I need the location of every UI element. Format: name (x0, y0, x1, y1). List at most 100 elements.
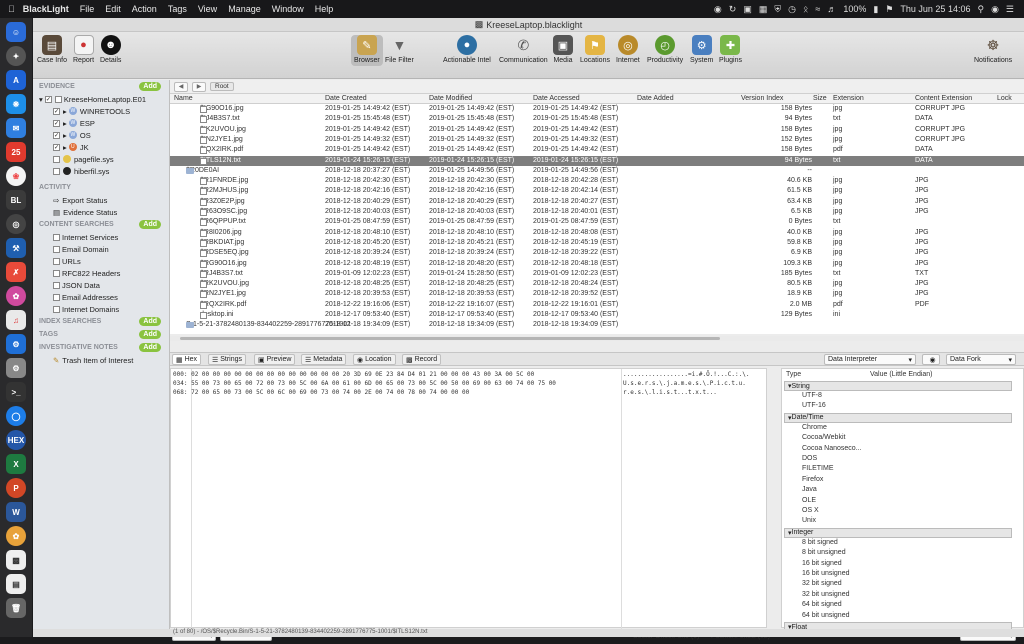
sync-icon[interactable]: ↻ (729, 4, 737, 15)
table-row[interactable]: $RDSE5EQ.jpg 2018-12-18 20:39:24 (EST) 201… (170, 248, 1024, 258)
checkbox[interactable] (53, 155, 60, 163)
bluetooth-icon[interactable]: ᛟ (803, 4, 808, 14)
interp-item[interactable]: Unix (802, 517, 816, 524)
apple-icon[interactable]:  (8, 4, 15, 14)
interp-group[interactable]: ▾ String (784, 381, 1012, 391)
evidence-status-item[interactable]: ▤ Evidence Status (33, 206, 169, 218)
mail-icon[interactable]: ✉ (6, 118, 26, 138)
file-filter-button[interactable]: ▼ File Filter (385, 35, 414, 64)
table-row[interactable]: $R1FNRDE.jpg 2018-12-18 20:42:30 (EST) 201… (170, 176, 1024, 186)
col-content-extension[interactable]: Content Extension (915, 95, 972, 102)
evidence-item[interactable]: ✓ ▸ W OS (33, 129, 169, 141)
add-note-button[interactable]: Add (139, 343, 161, 352)
table-row[interactable]: $RK2UVOU.jpg 2018-12-18 20:48:25 (EST) 201… (170, 279, 1024, 289)
app-store-icon[interactable]: A (6, 70, 26, 90)
interp-item[interactable]: OS X (802, 507, 819, 514)
table-row[interactable]: $RG90O16.jpg 2018-12-18 20:48:19 (EST) 201… (170, 259, 1024, 269)
interp-item[interactable]: 16 bit unsigned (802, 570, 849, 577)
shield-icon[interactable]: ⛨ (774, 4, 781, 15)
communication-button[interactable]: ✆ Communication (499, 35, 548, 65)
forward-button[interactable]: ▶ (192, 81, 206, 92)
interp-item[interactable]: 32 bit unsigned (802, 591, 849, 598)
col-date-added[interactable]: Date Added (637, 95, 674, 102)
tab-location[interactable]: ◉ Location (353, 354, 396, 365)
table-row[interactable]: $R2MJHUS.jpg 2018-12-18 20:42:16 (EST) 201… (170, 186, 1024, 196)
table-row[interactable]: $R0DE0AI 2018-12-18 20:37:27 (EST) 2019-01… (170, 166, 1024, 176)
siri-icon[interactable]: ◉ (991, 4, 999, 15)
content-search-item[interactable]: URLs (33, 255, 169, 267)
col-date-created[interactable]: Date Created (325, 95, 367, 102)
blacklight-icon[interactable]: BL (6, 190, 26, 210)
table-row[interactable]: $R63O9SC.jpg 2018-12-18 20:40:03 (EST) 201… (170, 207, 1024, 217)
eye-icon[interactable]: ◉ (922, 354, 940, 365)
app-menu[interactable]: BlackLight (23, 4, 69, 14)
flag-icon[interactable]: ⚑ (885, 4, 893, 15)
plugins-button[interactable]: ✚ Plugins (719, 35, 742, 64)
table-row[interactable]: $IQX2IRK.pdf 2019-01-25 14:49:42 (EST) 201… (170, 145, 1024, 155)
system-button[interactable]: ⚙ System (690, 35, 713, 64)
locations-button[interactable]: ⚑ Locations (580, 35, 610, 64)
table-row[interactable]: $ITLS12N.txt 2019-01-24 15:26:15 (EST) 201… (170, 155, 1024, 166)
tab-metadata[interactable]: ☰ Metadata (301, 354, 347, 365)
excel-icon[interactable]: X (6, 454, 26, 474)
table-row[interactable]: S-1-5-21-3782480139-834402259-2891776775… (170, 320, 1024, 330)
tab-strings[interactable]: ☰ Strings (208, 354, 247, 365)
color-icon[interactable]: ✿ (6, 286, 26, 306)
ascii-row[interactable]: U.s.e.r.s.\.j.a.m.e.s.\.P.i.c.t.u. (623, 380, 746, 389)
content-search-item[interactable]: Email Addresses (33, 291, 169, 303)
add-tag-button[interactable]: Add (139, 330, 161, 339)
content-search-item[interactable]: JSON Data (33, 279, 169, 291)
table-row[interactable]: $R8I0206.jpg 2018-12-18 20:48:10 (EST) 201… (170, 228, 1024, 238)
wifi-icon[interactable]: ≈ (815, 4, 820, 14)
interp-item[interactable]: DOS (802, 455, 817, 462)
table-row[interactable]: $IN2JYE1.jpg 2019-01-25 14:49:32 (EST) 201… (170, 135, 1024, 145)
table-row[interactable]: $IG90O16.jpg 2019-01-25 14:49:42 (EST) 201… (170, 104, 1024, 114)
table-row[interactable]: $RQX2IRK.pdf 2018-12-22 19:16:06 (EST) 201… (170, 300, 1024, 310)
back-button[interactable]: ◀ (174, 81, 188, 92)
hex-icon[interactable]: HEX (6, 430, 26, 450)
photos-icon[interactable]: ❀ (6, 166, 26, 186)
terminal-icon[interactable]: >_ (6, 382, 26, 402)
checkbox[interactable]: ✓ (53, 131, 60, 139)
evidence-item[interactable]: ✓ ▸ W WINRETOOLS (33, 105, 169, 117)
disclosure-icon[interactable]: ▸ (63, 119, 67, 128)
menu-edit[interactable]: Edit (105, 4, 121, 14)
hex-view[interactable]: 000: 02 00 00 00 00 00 00 00 00 00 00 00… (170, 368, 767, 629)
checkbox[interactable] (53, 167, 60, 175)
content-search-item[interactable]: Email Domain (33, 243, 169, 255)
messages-icon[interactable]: ◯ (6, 406, 26, 426)
evidence-item[interactable]: pagefile.sys (33, 153, 169, 165)
checkbox[interactable]: ✓ (53, 143, 60, 151)
add-content-search-button[interactable]: Add (139, 220, 161, 229)
checkbox[interactable]: ✓ (53, 119, 60, 127)
interp-item[interactable]: Cocoa Nanoseco... (802, 445, 862, 452)
interp-item[interactable]: Chrome (802, 424, 827, 431)
powerpoint-icon[interactable]: P (6, 478, 26, 498)
preferences-icon[interactable]: ⚙ (6, 358, 26, 378)
report-button[interactable]: ● Report (73, 35, 94, 64)
data-fork-select[interactable]: Data Fork ▾ (946, 354, 1016, 365)
interp-item[interactable]: UTF-8 (802, 392, 822, 399)
col-version-index[interactable]: Version Index (741, 95, 783, 102)
interp-item[interactable]: UTF-16 (802, 402, 826, 409)
notifications-button[interactable]: ☸ Notifications (974, 35, 1012, 65)
folder-icon[interactable]: ▤ (6, 574, 26, 594)
case-info-button[interactable]: ▤ Case Info (37, 35, 67, 64)
menu-help[interactable]: Help (315, 4, 334, 14)
interp-item[interactable]: FILETIME (802, 465, 834, 472)
interp-item[interactable]: 32 bit signed (802, 580, 842, 587)
col-date-accessed[interactable]: Date Accessed (533, 95, 580, 102)
tab-preview[interactable]: ▣ Preview (254, 354, 296, 365)
menu-manage[interactable]: Manage (228, 4, 261, 14)
interp-item[interactable]: Firefox (802, 476, 823, 483)
disclosure-icon[interactable]: ▸ (63, 143, 67, 152)
disclosure-icon[interactable]: ▸ (63, 131, 67, 140)
app-icon-orange[interactable]: ✿ (6, 526, 26, 546)
content-search-item[interactable]: Internet Domains (33, 303, 169, 315)
content-search-item[interactable]: Internet Services (33, 231, 169, 243)
table-row[interactable]: $IK2UVOU.jpg 2019-01-25 14:49:42 (EST) 201… (170, 125, 1024, 135)
interp-item[interactable]: 64 bit unsigned (802, 612, 849, 619)
evidence-item[interactable]: ✓ ▸ W ESP (33, 117, 169, 129)
actionable-intel-button[interactable]: ● Actionable Intel (443, 35, 491, 64)
notification-center-icon[interactable]: ☰ (1006, 4, 1014, 15)
